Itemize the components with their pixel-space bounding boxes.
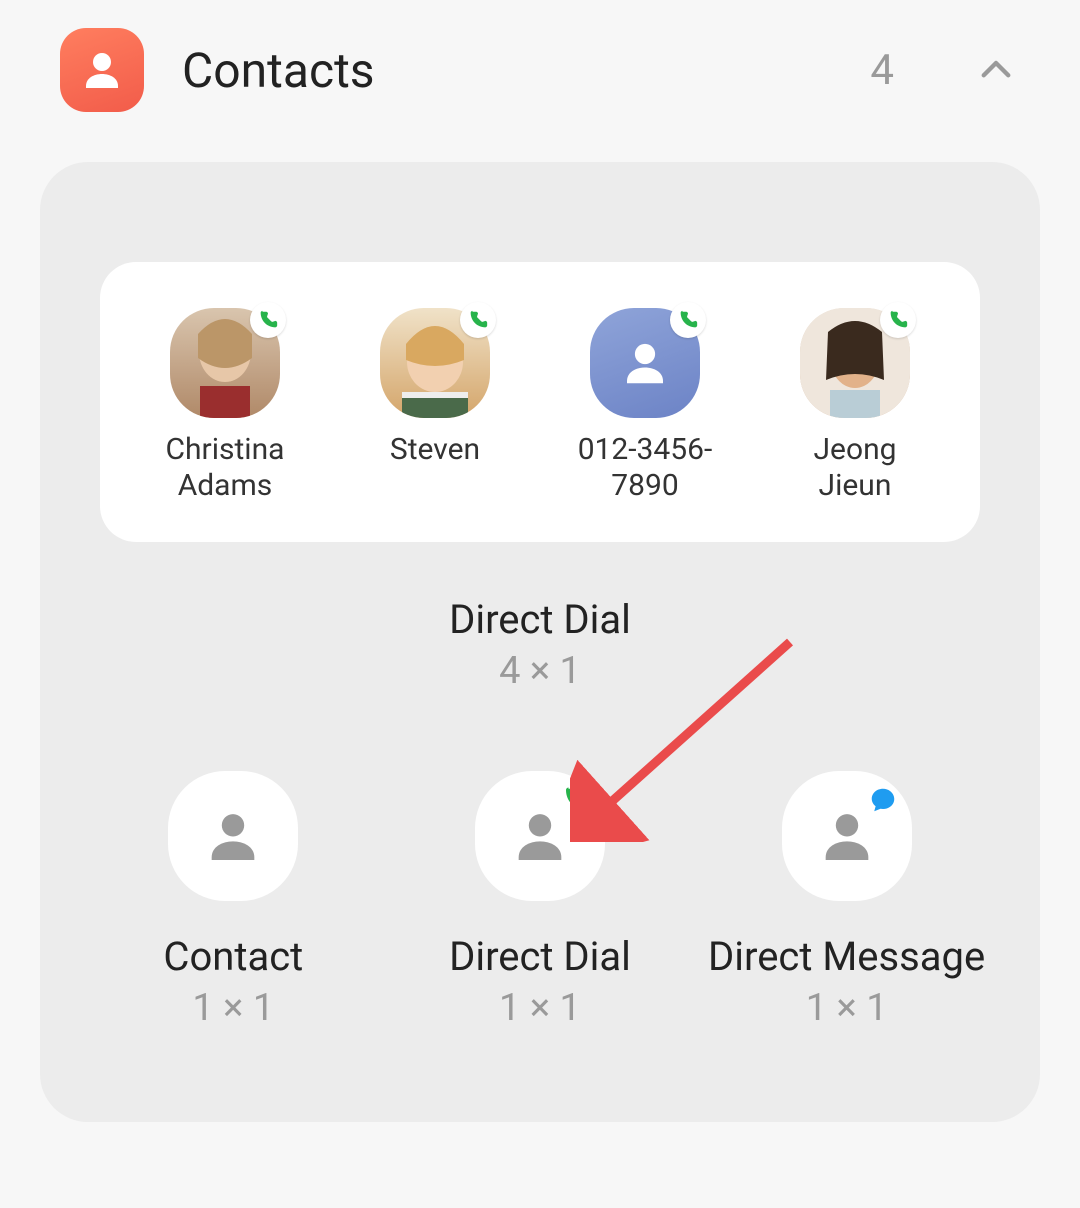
person-icon xyxy=(78,46,126,94)
contact-name: Christina Adams xyxy=(166,432,285,504)
contact-name: Steven xyxy=(390,432,480,468)
widget-dimensions: 1 × 1 xyxy=(806,986,888,1030)
widgets-panel: Christina Adams xyxy=(40,162,1040,1122)
widget-dimensions: 4 × 1 xyxy=(100,649,980,693)
widget-dimensions: 1 × 1 xyxy=(192,986,274,1030)
phone-badge-icon xyxy=(670,302,706,338)
person-icon xyxy=(618,336,672,390)
widget-label: Direct Dial xyxy=(100,596,980,643)
phone-badge-icon xyxy=(250,302,286,338)
contact-item[interactable]: Jeong Jieun xyxy=(755,308,955,504)
avatar xyxy=(800,308,910,418)
phone-badge-icon xyxy=(460,302,496,338)
contact-1x1-widget[interactable]: Contact 1 × 1 xyxy=(83,771,383,1030)
direct-dial-1x1-widget[interactable]: Direct Dial 1 × 1 xyxy=(390,771,690,1030)
contact-name: 012-3456- 7890 xyxy=(578,432,713,504)
widget-preview-icon xyxy=(782,771,912,901)
avatar xyxy=(380,308,490,418)
contact-name: Jeong Jieun xyxy=(814,432,897,504)
direct-message-1x1-widget[interactable]: Direct Message 1 × 1 xyxy=(697,771,997,1030)
wide-widget-caption: Direct Dial 4 × 1 xyxy=(100,596,980,693)
widget-label: Direct Message xyxy=(708,933,985,980)
chevron-up-icon xyxy=(975,49,1017,91)
header: Contacts 4 xyxy=(0,0,1080,132)
small-widgets-row: Contact 1 × 1 Direct Dial 1 × 1 xyxy=(40,771,1040,1030)
widget-count: 4 xyxy=(870,46,894,95)
widget-preview-icon xyxy=(475,771,605,901)
widget-label: Contact xyxy=(163,933,303,980)
widget-dimensions: 1 × 1 xyxy=(499,986,581,1030)
message-badge-icon xyxy=(866,783,900,817)
contacts-app-icon xyxy=(60,28,144,112)
widget-preview-icon xyxy=(168,771,298,901)
contact-item[interactable]: Steven xyxy=(335,308,535,504)
phone-badge-icon xyxy=(880,302,916,338)
phone-badge-icon xyxy=(559,783,593,817)
person-icon xyxy=(201,804,265,868)
widget-label: Direct Dial xyxy=(449,933,631,980)
direct-dial-4x1-widget[interactable]: Christina Adams xyxy=(100,262,980,542)
collapse-toggle[interactable] xyxy=(972,46,1020,94)
wide-widget-section: Christina Adams xyxy=(40,162,1040,693)
avatar xyxy=(590,308,700,418)
contact-item[interactable]: 012-3456- 7890 xyxy=(545,308,745,504)
avatar xyxy=(170,308,280,418)
contact-item[interactable]: Christina Adams xyxy=(125,308,325,504)
page-title: Contacts xyxy=(182,42,832,99)
